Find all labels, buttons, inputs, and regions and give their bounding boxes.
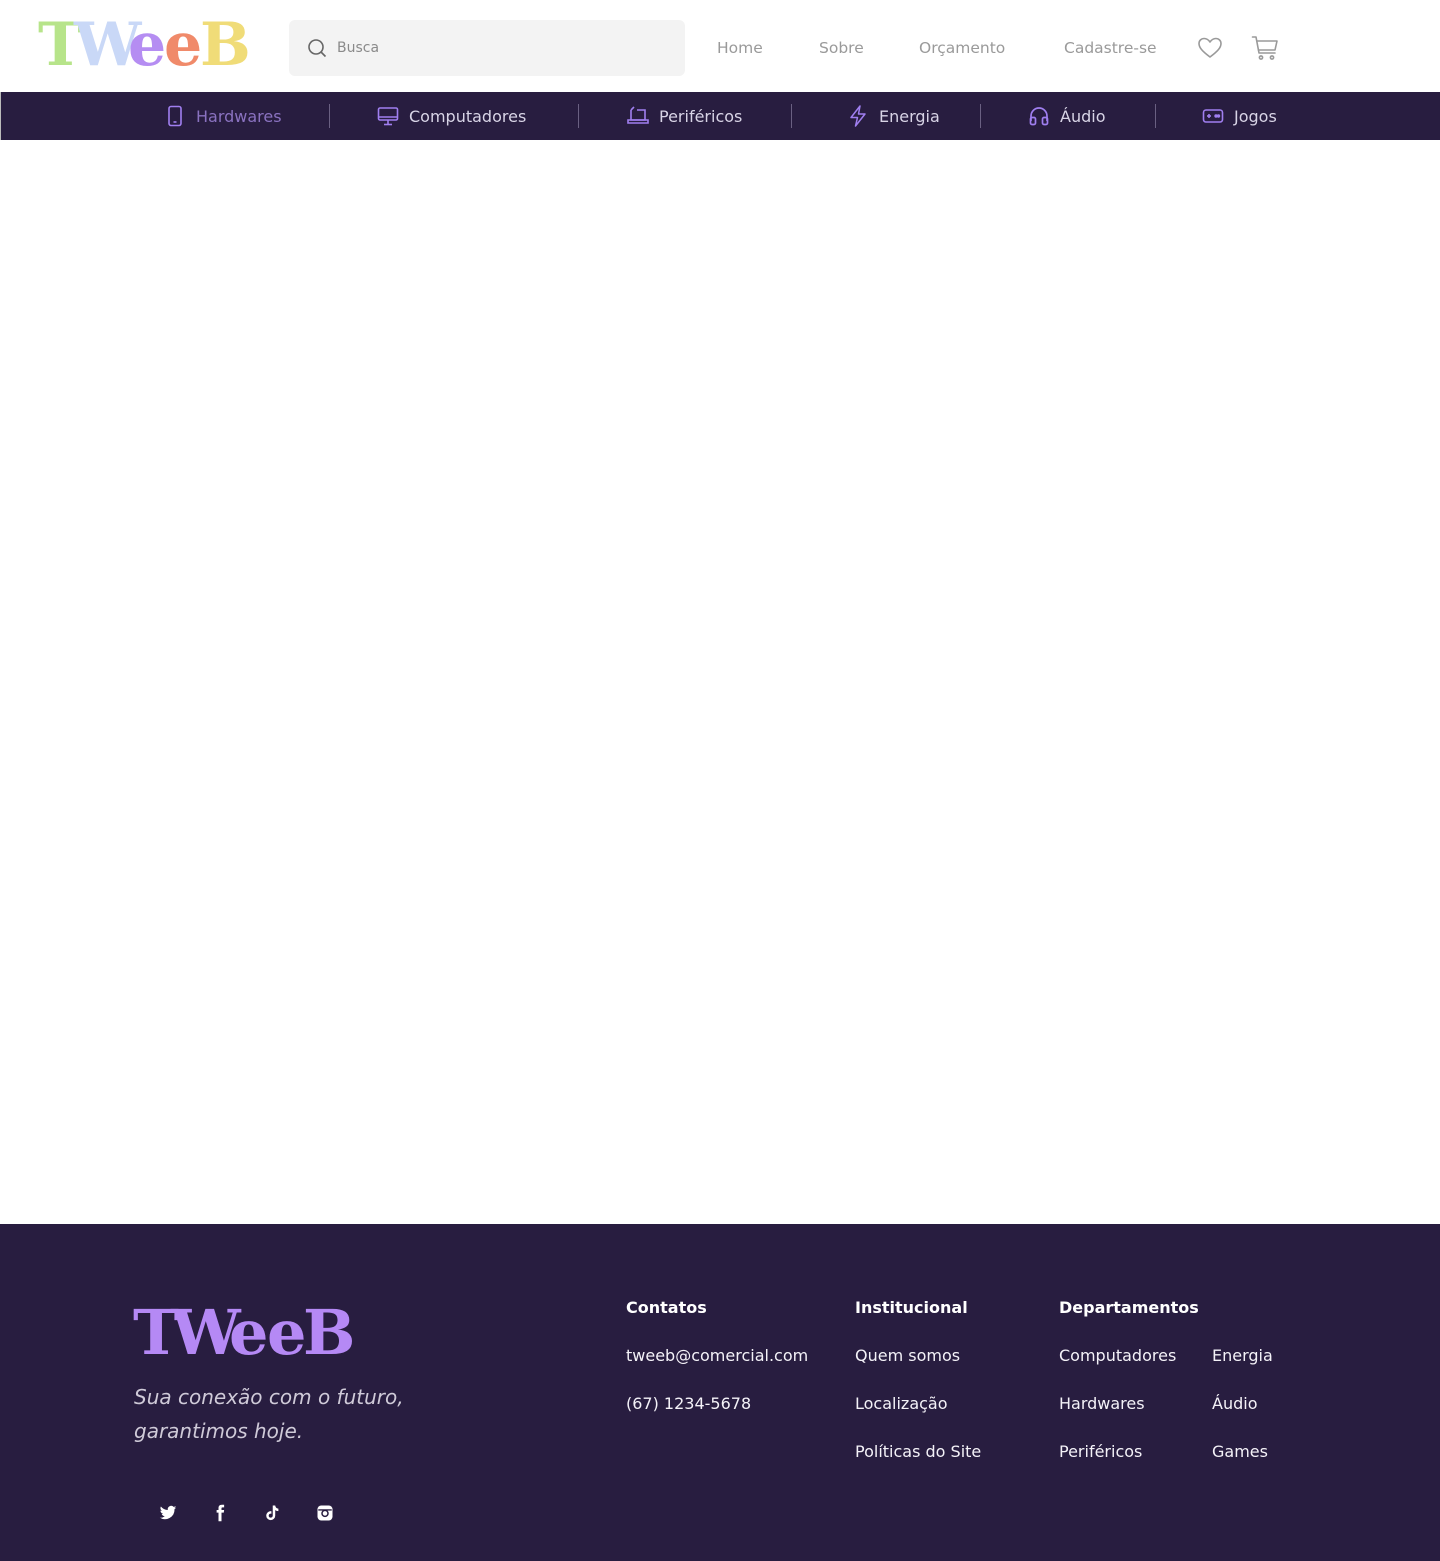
contact-email[interactable]: tweeb@comercial.com — [626, 1346, 808, 1365]
twitter-icon[interactable] — [159, 1504, 177, 1522]
divider — [329, 104, 330, 128]
logo-letter-b: B — [303, 1296, 356, 1369]
category-perifericos[interactable]: Periféricos — [627, 92, 742, 140]
site-header: T W e e B Home Sobre Orçamento Cadastre-… — [0, 0, 1440, 92]
logo-letter-e2: e — [267, 1296, 307, 1369]
monitor-icon — [377, 107, 399, 126]
category-label: Periféricos — [659, 106, 743, 126]
search-icon — [308, 39, 327, 58]
departamentos-heading: Departamentos — [1059, 1298, 1199, 1317]
lightning-icon — [850, 105, 866, 127]
nav-sobre[interactable]: Sobre — [819, 38, 864, 58]
divider — [980, 104, 981, 128]
category-label: Hardwares — [196, 106, 282, 126]
search-box[interactable] — [289, 20, 685, 76]
logo[interactable]: T W e e B — [38, 10, 251, 80]
site-footer: T W e e B Sua conexão com o futuro, gara… — [0, 1224, 1440, 1561]
category-label: Jogos — [1234, 106, 1277, 126]
nav-orcamento[interactable]: Orçamento — [919, 38, 1005, 58]
logo-letter-e1: e — [229, 1296, 269, 1369]
gamepad-icon — [1202, 109, 1224, 123]
search-input[interactable] — [337, 34, 667, 62]
category-computadores[interactable]: Computadores — [377, 92, 526, 140]
link-localizacao[interactable]: Localização — [855, 1394, 948, 1413]
category-label: Energia — [879, 106, 940, 126]
contatos-heading: Contatos — [626, 1298, 707, 1317]
nav-cadastre-se[interactable]: Cadastre-se — [1064, 38, 1157, 58]
link-quem-somos[interactable]: Quem somos — [855, 1346, 960, 1365]
cart-icon[interactable] — [1251, 34, 1279, 62]
category-label: Áudio — [1060, 106, 1106, 126]
footer-tagline: Sua conexão com o futuro, garantimos hoj… — [134, 1385, 404, 1443]
headphones-icon — [1029, 107, 1049, 126]
divider — [578, 104, 579, 128]
heart-icon[interactable] — [1196, 34, 1224, 62]
category-audio[interactable]: Áudio — [1028, 92, 1105, 140]
link-politicas[interactable]: Políticas do Site — [855, 1442, 981, 1461]
main-content — [0, 140, 1440, 1224]
divider — [1155, 104, 1156, 128]
dept-audio[interactable]: Áudio — [1212, 1394, 1257, 1413]
category-bar: Hardwares Computadores Periféricos Energ… — [0, 92, 1440, 140]
phone-icon — [168, 105, 182, 127]
instagram-icon[interactable] — [316, 1504, 334, 1522]
divider — [791, 104, 792, 128]
tiktok-icon[interactable] — [263, 1504, 281, 1522]
dept-games[interactable]: Games — [1212, 1442, 1268, 1461]
dept-hardwares[interactable]: Hardwares — [1059, 1394, 1145, 1413]
category-jogos[interactable]: Jogos — [1202, 92, 1277, 140]
dept-perifericos[interactable]: Periféricos — [1059, 1442, 1142, 1461]
logo-letter-e1: e — [128, 10, 167, 80]
category-energia[interactable]: Energia — [847, 92, 940, 140]
logo-letter-e2: e — [164, 10, 203, 80]
logo-letter-b: B — [200, 10, 251, 80]
category-hardwares[interactable]: Hardwares — [164, 92, 282, 140]
category-label: Computadores — [409, 106, 527, 126]
nav-home[interactable]: Home — [717, 38, 763, 58]
contact-phone[interactable]: (67) 1234-5678 — [626, 1394, 751, 1413]
dept-energia[interactable]: Energia — [1212, 1346, 1273, 1365]
laptop-icon — [627, 106, 649, 124]
dept-computadores[interactable]: Computadores — [1059, 1346, 1176, 1365]
institucional-heading: Institucional — [855, 1298, 968, 1317]
footer-logo[interactable]: T W e e B — [133, 1296, 355, 1369]
facebook-icon[interactable] — [211, 1504, 229, 1522]
